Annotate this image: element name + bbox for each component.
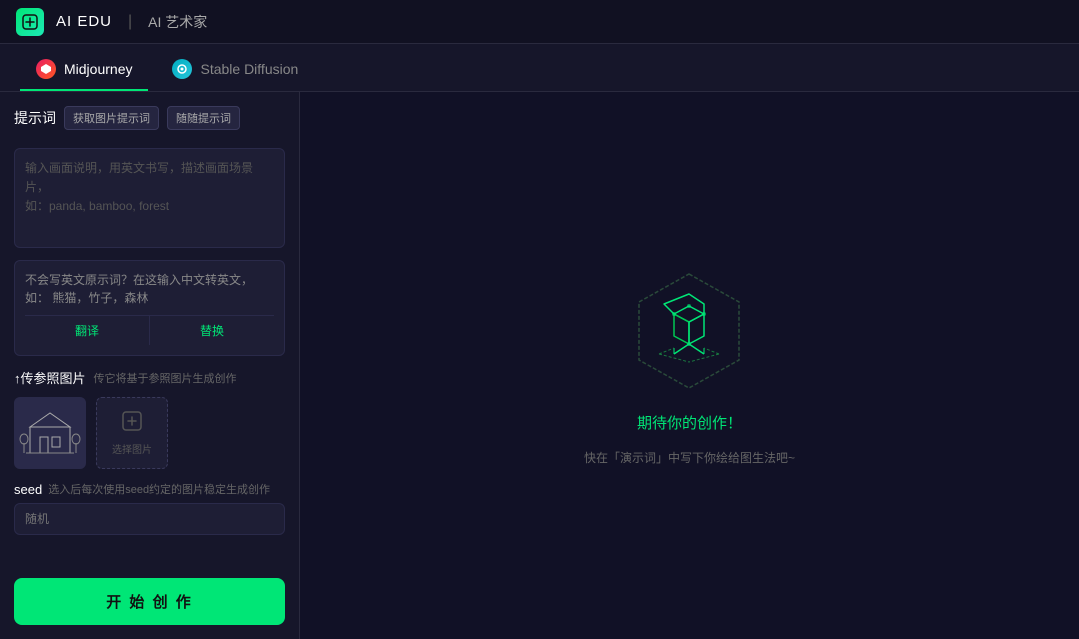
random-prompt-btn[interactable]: 随随提示词: [167, 106, 240, 130]
upload-hint: 传它将基于参照图片生成创作: [94, 370, 237, 386]
empty-state: 期待你的创作！ 快在「演示词」中写下你绘给图生法吧~: [584, 266, 795, 466]
app-subtitle: AI 艺术家: [148, 12, 207, 32]
midjourney-tab-icon: [36, 59, 56, 79]
right-panel: 期待你的创作！ 快在「演示词」中写下你绘给图生法吧~: [300, 92, 1079, 639]
tab-bar: Midjourney Stable Diffusion: [0, 44, 1079, 92]
upload-header: ↑传参照图片 传它将基于参照图片生成创作: [14, 368, 285, 387]
upload-add-text: 选择图片: [112, 441, 152, 456]
upload-add-btn[interactable]: 选择图片: [96, 397, 168, 469]
seed-input[interactable]: [14, 503, 285, 535]
start-button[interactable]: 开 始 创 作: [14, 578, 285, 625]
upload-section: ↑传参照图片 传它将基于参照图片生成创作: [14, 368, 285, 469]
empty-state-icon: [624, 266, 754, 396]
prompt-textarea[interactable]: [14, 148, 285, 248]
add-image-icon: [121, 410, 143, 437]
main-content: 提示词 获取图片提示词 随随提示词 不会写英文原示词？在这输入中文转英文，如： …: [0, 92, 1079, 639]
app-logo: [16, 8, 44, 36]
seed-hint: 选入后每次使用seed约定的图片稳定生成创作: [48, 481, 285, 497]
translation-hint: 不会写英文原示词？在这输入中文转英文，如： 熊猫，竹子，森林: [25, 271, 274, 307]
extract-prompt-btn[interactable]: 获取图片提示词: [64, 106, 159, 130]
translate-btn[interactable]: 翻译: [25, 316, 149, 345]
uploaded-image-1: [14, 397, 86, 469]
stable-diffusion-tab-label: Stable Diffusion: [200, 61, 298, 77]
left-panel: 提示词 获取图片提示词 随随提示词 不会写英文原示词？在这输入中文转英文，如： …: [0, 92, 300, 639]
translation-actions: 翻译 替换: [25, 315, 274, 345]
empty-state-subtitle: 快在「演示词」中写下你绘给图生法吧~: [584, 449, 795, 466]
stable-diffusion-tab-icon: [172, 59, 192, 79]
seed-section: seed 选入后每次使用seed约定的图片稳定生成创作: [14, 481, 285, 535]
translation-box: 不会写英文原示词？在这输入中文转英文，如： 熊猫，竹子，森林 翻译 替换: [14, 260, 285, 356]
empty-state-title: 期待你的创作！: [637, 412, 742, 433]
seed-label: seed: [14, 482, 42, 497]
prompt-label: 提示词: [14, 108, 56, 128]
header-divider: |: [128, 13, 132, 31]
prompt-section-header: 提示词 获取图片提示词 随随提示词: [14, 106, 285, 130]
upload-images: 选择图片: [14, 397, 285, 469]
app-title: AI EDU: [56, 13, 112, 30]
replace-btn[interactable]: 替换: [149, 316, 274, 345]
midjourney-tab-label: Midjourney: [64, 61, 132, 77]
tab-midjourney[interactable]: Midjourney: [20, 49, 148, 91]
app-header: AI EDU | AI 艺术家: [0, 0, 1079, 44]
upload-label: ↑传参照图片: [14, 368, 86, 387]
seed-header: seed 选入后每次使用seed约定的图片稳定生成创作: [14, 481, 285, 497]
tab-stable-diffusion[interactable]: Stable Diffusion: [156, 49, 314, 91]
